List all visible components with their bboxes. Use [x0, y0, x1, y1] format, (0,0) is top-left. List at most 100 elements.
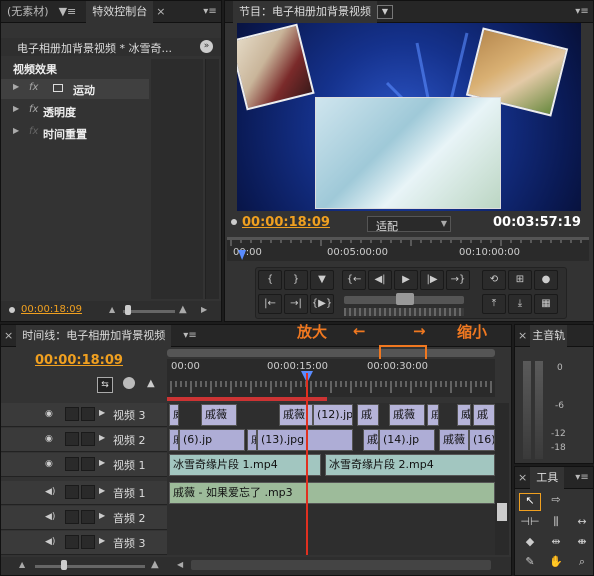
output-button[interactable]: ● [534, 270, 558, 290]
clip[interactable]: 戚薇 [201, 404, 237, 426]
eye-icon[interactable]: ◉ [45, 409, 57, 419]
selection-tool[interactable]: ↖ [519, 493, 541, 511]
timeline-timecode[interactable]: 00:00:18:09 [35, 353, 123, 368]
slip-tool[interactable]: ⇹ [545, 535, 567, 553]
set-marker-icon[interactable] [123, 377, 135, 389]
slide-tool[interactable]: ⇼ [571, 535, 593, 553]
clip[interactable]: 戚 [427, 404, 439, 426]
shuttle-thumb[interactable] [396, 293, 414, 305]
clip[interactable]: 戚薇 - 如果爱忘了 .mp3 [169, 482, 495, 504]
zoom-out-mountain-icon[interactable]: ▲ [19, 560, 25, 569]
tab-menu-icon[interactable]: ▼≡ [55, 1, 81, 23]
clip[interactable]: 戚 [473, 404, 495, 426]
extract-button[interactable]: ⤓ [508, 294, 532, 314]
close-icon[interactable]: × [515, 325, 530, 347]
speaker-icon[interactable]: ◀) [45, 512, 57, 522]
show-hide-timeline-icon[interactable]: » [200, 40, 213, 53]
lock-toggle[interactable] [65, 432, 79, 446]
panel-menu-icon[interactable]: ▾≡ [573, 471, 591, 485]
clip[interactable]: (13).jpg [257, 429, 353, 451]
sync-toggle[interactable] [81, 457, 95, 471]
tab-effect-controls[interactable]: 特效控制台 [86, 0, 154, 23]
clip[interactable]: 戚薇 [439, 429, 469, 451]
add-marker-button[interactable]: ▼ [310, 270, 334, 290]
sequence-dropdown-icon[interactable]: ▼ [377, 4, 393, 19]
timeline-zoom-thumb[interactable] [61, 560, 67, 570]
fit-select[interactable]: 适配 ▼ [367, 216, 451, 233]
program-current-timecode[interactable]: 00:00:18:09 [242, 215, 330, 230]
expand-arrow-icon[interactable]: ▶ [13, 104, 19, 113]
go-to-next-edit-button[interactable]: →| [284, 294, 308, 314]
timeline-vscroll-thumb[interactable] [497, 503, 507, 521]
step-back-button[interactable]: ◀| [368, 270, 392, 290]
go-to-in-button[interactable]: {← [342, 270, 366, 290]
zoom-out-mountain-icon[interactable]: ▲ [109, 305, 115, 314]
trim-monitor-button[interactable]: ▦ [534, 294, 558, 314]
zoom-tool[interactable]: ⌕ [571, 555, 593, 573]
hand-tool[interactable]: ✋ [545, 555, 567, 573]
panel-menu-icon[interactable]: ▾≡ [201, 5, 219, 19]
loop-button[interactable]: ⟲ [482, 270, 506, 290]
program-ruler[interactable]: 00:00 00:05:00:00 00:10:00:00 [227, 237, 589, 261]
tab-program[interactable]: 节目：电子相册加背景视频 [233, 0, 377, 23]
scroll-left-icon[interactable]: ◀ [177, 560, 183, 569]
play-button[interactable]: ▶ [394, 270, 418, 290]
lock-toggle[interactable] [65, 457, 79, 471]
clip[interactable]: 冰雪奇缘片段 1.mp4 [169, 454, 321, 476]
clip[interactable]: 戚薇 [363, 429, 379, 451]
expand-arrow-icon[interactable]: ▶ [99, 458, 105, 467]
speaker-icon[interactable]: ◀) [45, 537, 57, 547]
expand-arrow-icon[interactable]: ▶ [99, 511, 105, 520]
close-icon[interactable]: × [515, 467, 530, 489]
track-header-video-1[interactable]: ◉ ▶ 视频 1 [1, 453, 167, 477]
work-area-bar[interactable] [167, 397, 327, 401]
sync-toggle[interactable] [81, 485, 95, 499]
clip[interactable]: 威 [169, 404, 179, 426]
sync-toggle[interactable] [81, 407, 95, 421]
expand-arrow-icon[interactable]: ▶ [99, 536, 105, 545]
fx-badge[interactable]: fx [29, 104, 38, 115]
clip[interactable]: 戚 [357, 404, 379, 426]
effect-scrollbar[interactable] [205, 59, 219, 299]
timeline-hscroll[interactable] [191, 560, 491, 570]
mark-in-button[interactable]: { [258, 270, 282, 290]
zoom-in-mountain-icon[interactable]: ▲ [179, 304, 187, 315]
clip[interactable]: 戚薇 [389, 404, 425, 426]
timeline-vscroll[interactable] [495, 403, 509, 555]
track-header-video-3[interactable]: ◉ ▶ 视频 3 [1, 403, 167, 427]
track-header-audio-1[interactable]: ◀) ▶ 音频 1 [1, 481, 167, 505]
track-header-audio-2[interactable]: ◀) ▶ 音频 2 [1, 506, 167, 530]
panel-menu-icon[interactable]: ▾≡ [573, 5, 591, 19]
pen-tool[interactable]: ✎ [519, 555, 541, 573]
effect-timecode[interactable]: 00:00:18:09 [21, 304, 82, 315]
sync-toggle[interactable] [81, 535, 95, 549]
expand-arrow-icon[interactable]: ▶ [13, 82, 19, 91]
eye-icon[interactable]: ◉ [45, 434, 57, 444]
razor-tool[interactable]: ◆ [519, 535, 541, 553]
timeline-ruler[interactable]: 00:00 00:00:15:00 00:00:30:00 [167, 359, 495, 397]
expand-arrow-icon[interactable]: ▶ [99, 486, 105, 495]
effect-row-motion[interactable]: ▶ fx 运动 [1, 79, 149, 99]
go-to-prev-edit-button[interactable]: |← [258, 294, 282, 314]
effect-row-time-remap[interactable]: ▶ fx 时间重置 [1, 123, 149, 143]
clip[interactable]: 戚薇 [247, 429, 257, 451]
clip[interactable]: (16) [469, 429, 495, 451]
mark-out-button[interactable]: } [284, 270, 308, 290]
clip[interactable]: 戚薇 [169, 429, 179, 451]
timeline-zoom-slider[interactable] [35, 565, 145, 568]
sync-toggle[interactable] [81, 432, 95, 446]
jog-dial[interactable] [344, 308, 464, 316]
clip[interactable]: 威 [457, 404, 471, 426]
rolling-edit-tool[interactable]: ⫼ [545, 515, 567, 533]
rate-stretch-tool[interactable]: ↔ [571, 515, 593, 533]
eye-icon[interactable]: ◉ [45, 459, 57, 469]
tab-tools[interactable]: 工具 [530, 466, 565, 489]
lock-toggle[interactable] [65, 535, 79, 549]
panel-menu-icon[interactable]: ▾≡ [181, 329, 199, 343]
scroll-right-icon[interactable]: ▶ [201, 305, 207, 314]
ripple-edit-tool[interactable]: ⊣⊢ [519, 515, 541, 533]
snap-button[interactable]: ⇆ [97, 377, 113, 393]
go-to-out-button[interactable]: →} [446, 270, 470, 290]
safe-margins-button[interactable]: ⊞ [508, 270, 532, 290]
step-forward-button[interactable]: |▶ [420, 270, 444, 290]
